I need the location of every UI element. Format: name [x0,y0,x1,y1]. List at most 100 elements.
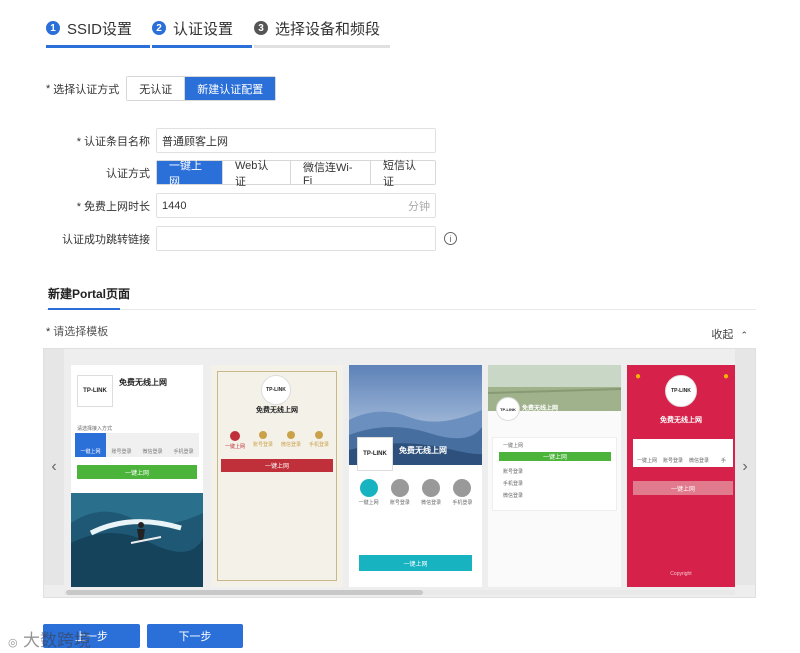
next-button[interactable]: 下一步 [147,624,243,648]
duration-label: 免费上网时长 [84,200,150,213]
user-icon [258,431,267,439]
lantern-icon: ● [722,371,729,382]
duration-input[interactable]: 1440 分钟 [156,193,436,218]
step-number: 1 [46,21,60,35]
card-connect-button: 一键上网 [499,452,611,461]
step-label: SSID设置 [67,21,133,38]
card-title: 免费无线上网 [522,406,559,412]
wifi-icon [359,479,378,497]
login-option-label: 账号登录 [389,500,410,506]
redirect-input[interactable] [156,226,436,251]
step-number: 3 [254,21,268,35]
login-option: 一键上网 [359,479,379,506]
card-title: 免费无线上网 [119,378,167,387]
watermark-logo-icon: ◎ [8,636,18,649]
login-icons: 一键上网 账号登录 微信登录 手机登录 [353,479,478,506]
auth-mode-label: 选择认证方式 [53,83,120,96]
login-option-label: 账号登录 [252,442,273,448]
card-title: 免费无线上网 [660,417,702,424]
tplink-logo: TP-LINK [261,375,291,405]
method-web[interactable]: Web认证 [223,160,291,188]
info-icon[interactable]: i [444,232,457,245]
login-option: 微信登录 [142,449,163,455]
step-bar [254,45,390,48]
scrollbar-thumb[interactable] [66,590,423,595]
lantern-icon: ● [635,371,642,382]
login-option: 一键上网 [80,449,101,455]
template-card-5[interactable]: ● ● TP-LINK 免费无线上网 一键上网 账号登录 微信登录 手 一键上网… [627,365,735,587]
login-option: 微信登录 [421,479,441,506]
login-icons-bar: 一键上网 账号登录 微信登录 手机登录 [75,433,199,457]
card-connect-button: 一键上网 [77,465,197,479]
step-auth[interactable]: 2 认证设置 [152,18,252,48]
login-option-label: 微信登录 [280,442,301,448]
login-option: 微信登录 [281,431,301,450]
login-list: 一键上网 一键上网 账号登录 手机登录 微信登录 [492,437,617,511]
method-sms[interactable]: 短信认证 [371,160,435,188]
card-connect-button: 一键上网 [359,555,472,571]
login-option: 账号登录 [253,431,273,450]
redirect-label: 认证成功跳转链接 [62,233,150,246]
card-title: 免费无线上网 [256,407,298,414]
name-label-wrap: * 认证条目名称 [46,133,150,149]
duration-label-wrap: * 免费上网时长 [46,198,150,214]
login-option-label: 手机登录 [452,500,473,506]
wechat-icon [422,479,441,497]
tplink-logo: TP-LINK [77,375,113,407]
login-option-label: 微信登录 [421,500,442,506]
wechat-icon [286,431,295,439]
template-card-3[interactable]: TP-LINK 免费无线上网 一键上网 账号登录 微信登录 手机登录 一键上网 [349,365,482,587]
section-tab-underline [48,308,120,310]
required-mark: * [46,82,51,95]
template-card-1[interactable]: TP-LINK 免费无线上网 请选择接入方式 一键上网 账号登录 微信登录 手机… [71,365,203,587]
login-option: 一键上网 [503,443,524,449]
name-input[interactable]: 普通顾客上网 [156,128,436,153]
name-row: * 认证条目名称 普通顾客上网 [46,128,436,153]
name-label: 认证条目名称 [84,135,150,148]
card-connect-button: 一键上网 [633,481,733,495]
login-option-label: 手机登录 [308,442,329,448]
tplink-logo: TP-LINK [357,437,393,471]
wifi-icon [229,431,240,441]
login-option: 账号登录 [390,479,410,506]
tplink-logo: TP-LINK [496,397,520,421]
redirect-row: 认证成功跳转链接 i [46,226,457,251]
template-card-2[interactable]: TP-LINK 免费无线上网 一键上网 账号登录 微信登录 手机登录 一键上网 [211,365,343,587]
duration-row: * 免费上网时长 1440 分钟 [46,193,436,218]
login-option: 账号登录 [503,469,524,475]
step-bar [152,45,252,48]
required-mark: * [76,200,81,213]
collapse-toggle[interactable]: 收起 ⌃ [711,326,748,342]
required-mark: * [46,326,51,338]
method-wechat[interactable]: 微信连Wi-Fi [291,161,371,187]
login-option: 手 [721,458,727,464]
login-option: 手机登录 [503,481,524,487]
section-divider [46,309,756,310]
step-bar [46,45,150,48]
login-icons: 一键上网 账号登录 微信登录 手机登录 [221,431,333,450]
login-option: 账号登录 [111,449,132,455]
step-label: 选择设备和频段 [275,21,381,38]
method-one-click[interactable]: 一键上网 [157,160,223,188]
template-card-4[interactable]: TP-LINK 免费无线上网 一键上网 一键上网 账号登录 手机登录 微信登录 [488,365,621,587]
duration-unit: 分钟 [408,200,430,213]
duration-value: 1440 [162,199,187,212]
method-selector: 一键上网 Web认证 微信连Wi-Fi 短信认证 [156,160,436,188]
step-device[interactable]: 3 选择设备和频段 [254,18,390,48]
chevron-right-icon[interactable]: › [735,349,755,585]
surfer-image [71,493,203,587]
required-mark: * [76,135,81,148]
template-carousel: ‹ › TP-LINK 免费无线上网 请选择接入方式 一键上网 账号登录 微信登… [43,348,756,598]
card-subtitle: 请选择接入方式 [77,426,113,432]
auth-mode-none[interactable]: 无认证 [127,77,186,100]
card-title: 免费无线上网 [399,446,447,455]
login-option: 微信登录 [689,458,710,464]
phone-icon [453,479,472,497]
step-ssid[interactable]: 1 SSID设置 [46,18,150,48]
auth-mode-selector: 无认证 新建认证配置 [126,76,277,101]
template-label-wrap: * 请选择模板 [46,323,108,339]
login-option-label: 一键上网 [358,500,379,506]
watermark: ◎ 大数跨境 [8,626,91,651]
chevron-left-icon[interactable]: ‹ [44,349,64,585]
auth-mode-new[interactable]: 新建认证配置 [185,77,276,100]
